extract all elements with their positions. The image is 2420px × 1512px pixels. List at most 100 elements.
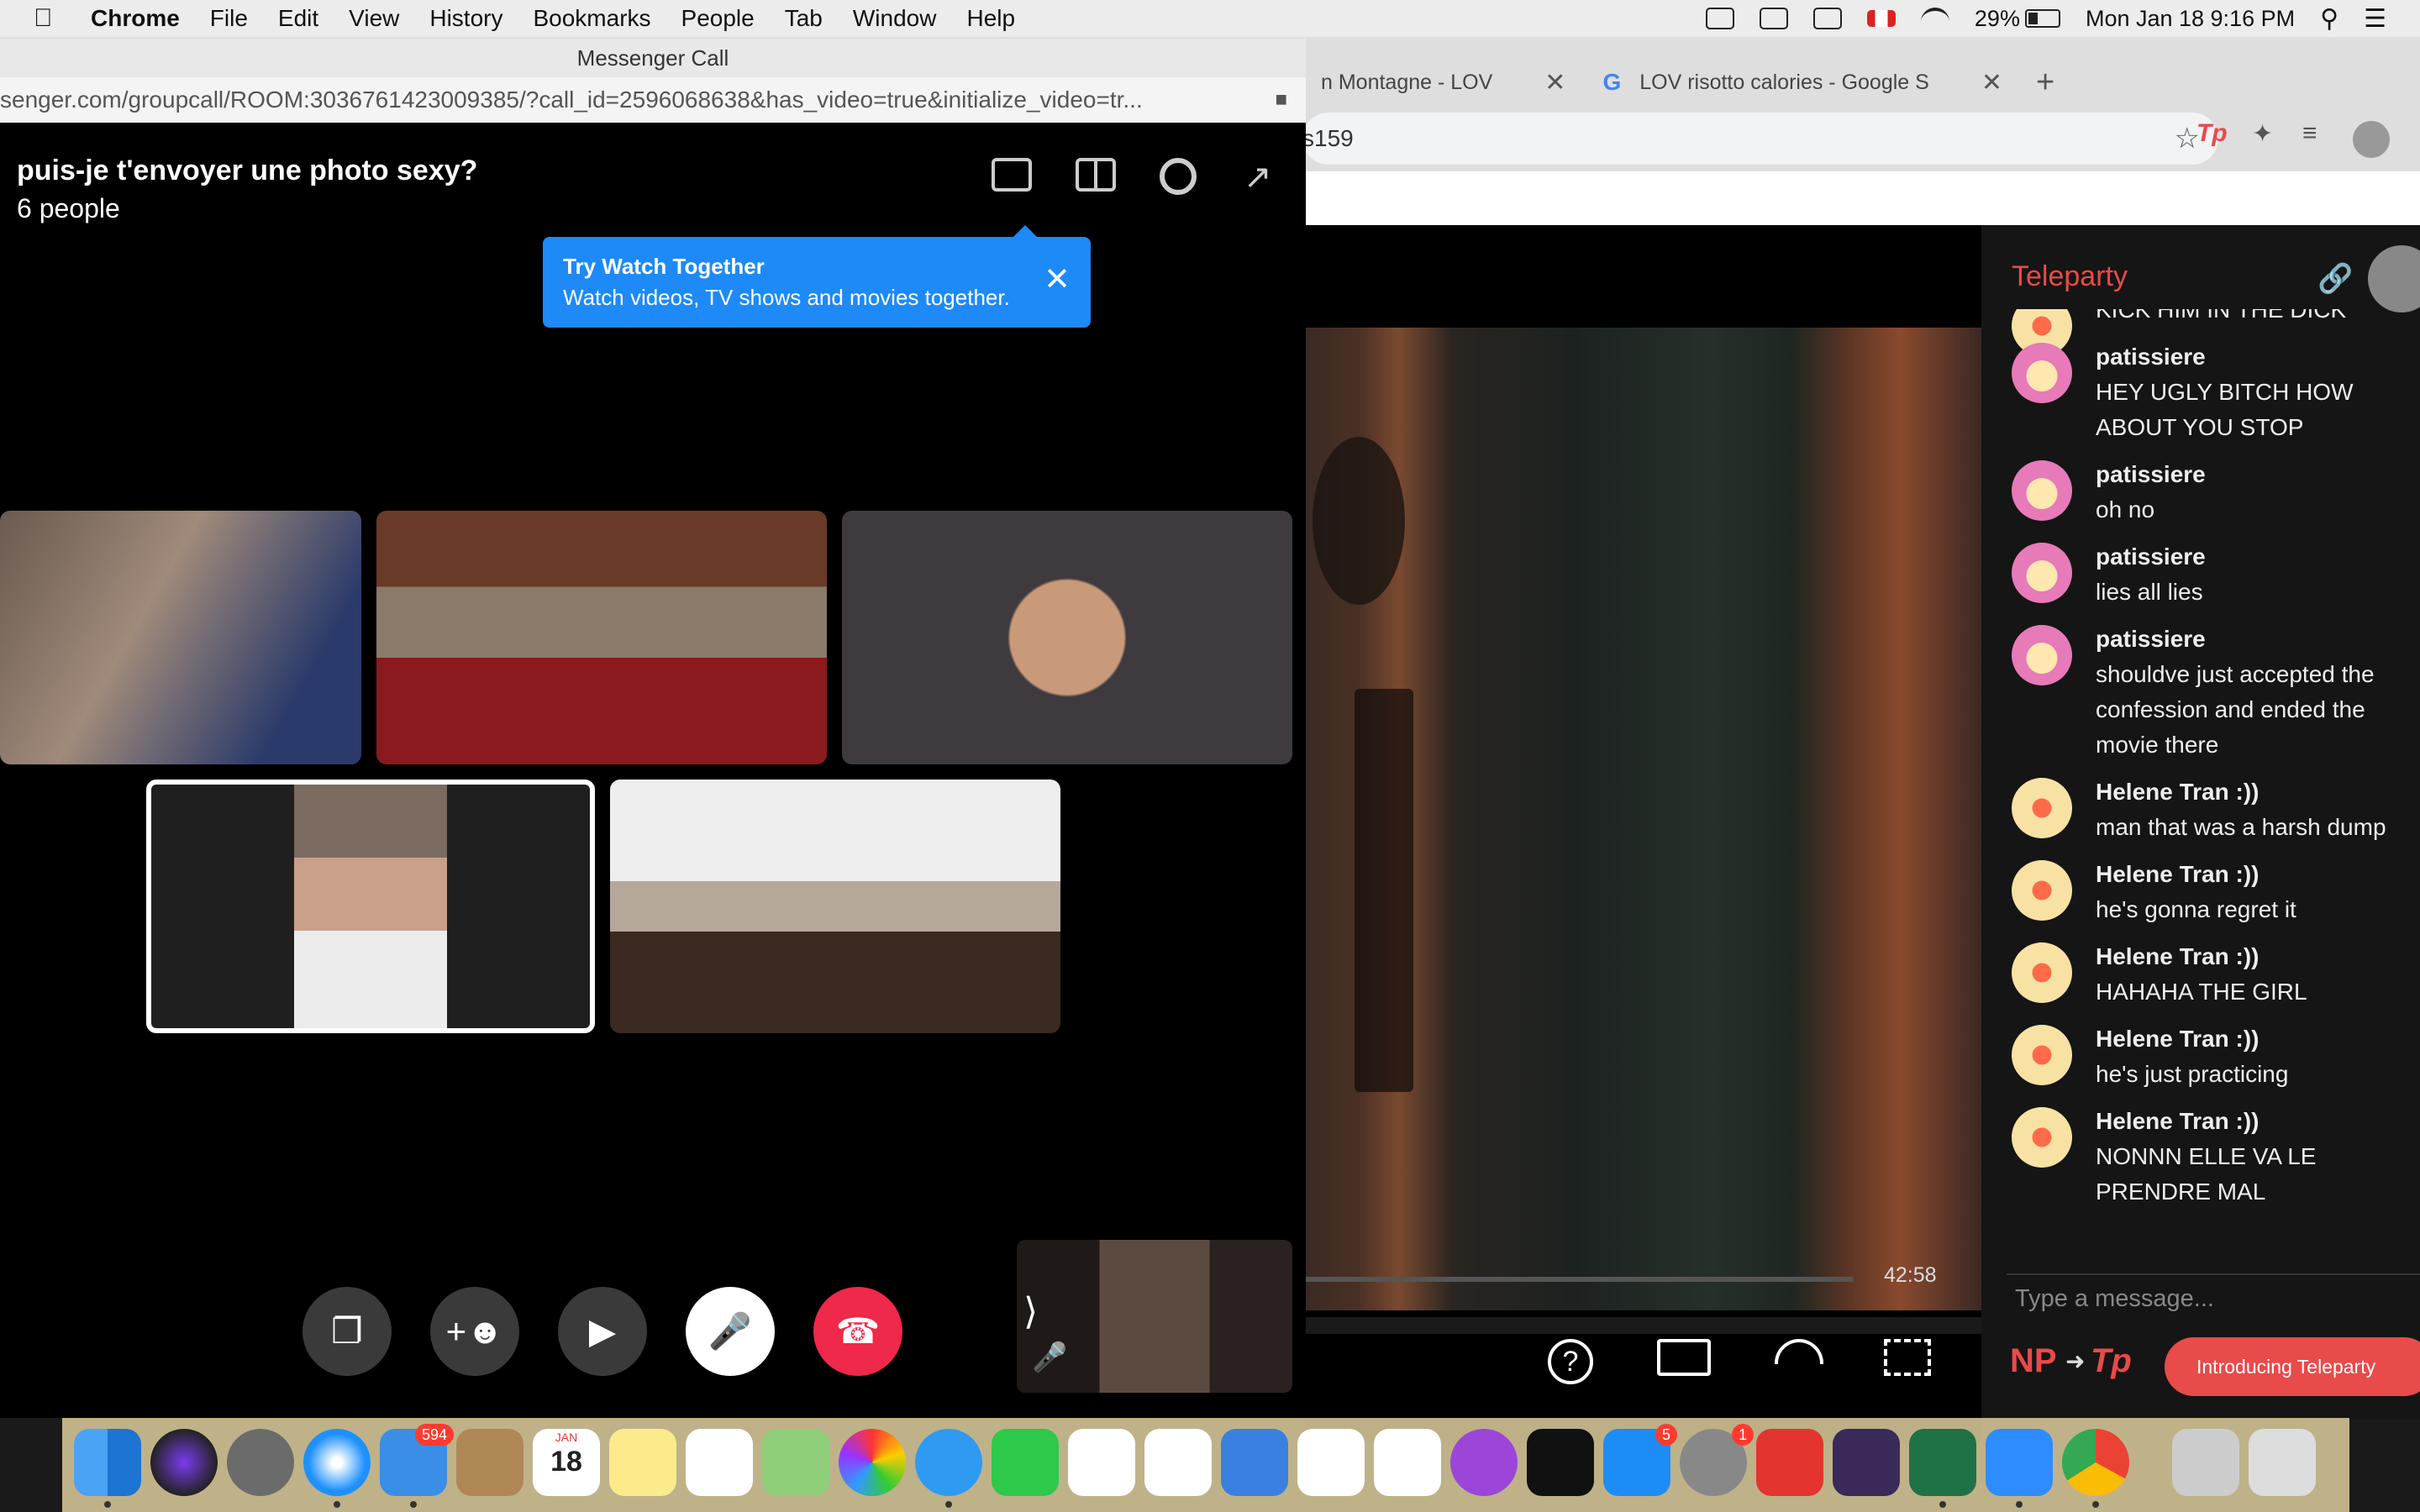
- add-people-button[interactable]: +☻: [430, 1287, 519, 1376]
- notes-icon[interactable]: [609, 1429, 676, 1496]
- menu-history[interactable]: History: [429, 5, 502, 32]
- running-indicator: [2092, 1501, 2099, 1508]
- participant-video-4-active[interactable]: [146, 780, 595, 1033]
- chrome-icon[interactable]: [2062, 1429, 2129, 1508]
- fullscreen-icon[interactable]: [1884, 1339, 1931, 1376]
- menu-clock[interactable]: Mon Jan 18 9:16 PM: [2086, 6, 2295, 32]
- podcasts-icon[interactable]: [1450, 1429, 1518, 1496]
- self-view-video[interactable]: ⟩ 🎤: [1017, 1240, 1292, 1393]
- tab-risotto[interactable]: G LOV risotto calories - Google S ✕: [1584, 57, 2021, 108]
- trash-icon[interactable]: [2249, 1429, 2316, 1496]
- menu-view[interactable]: View: [349, 5, 399, 32]
- tooltip-body: Watch videos, TV shows and movies togeth…: [563, 285, 1010, 310]
- siri-icon[interactable]: [150, 1429, 218, 1496]
- participant-video-3[interactable]: [842, 511, 1292, 764]
- zoom-status-icon[interactable]: [1705, 8, 1734, 29]
- introducing-teleparty-button[interactable]: Introducing Teleparty: [2165, 1337, 2420, 1396]
- mute-button[interactable]: 🎤: [686, 1287, 775, 1376]
- input-source-flag-icon[interactable]: [1866, 10, 1896, 27]
- contacts-icon[interactable]: [456, 1429, 523, 1496]
- participant-video-1[interactable]: [0, 511, 361, 764]
- watch-together-tooltip: Try Watch Together Watch videos, TV show…: [543, 225, 1091, 328]
- menu-app-name[interactable]: Chrome: [91, 5, 180, 32]
- close-tab-icon[interactable]: ✕: [1981, 68, 2002, 97]
- zoom-icon[interactable]: [1986, 1429, 2053, 1508]
- close-icon[interactable]: ✕: [1044, 260, 1071, 298]
- menu-people[interactable]: People: [681, 5, 755, 32]
- sailor-moon-avatar-icon: [2012, 343, 2072, 403]
- participant-video-feed: [294, 785, 447, 1028]
- watch-together-icon[interactable]: [992, 158, 1032, 192]
- messenger-url-bar[interactable]: senger.com/groupcall/ROOM:30367614230093…: [0, 77, 1306, 123]
- calendar-icon[interactable]: JAN 18: [533, 1429, 600, 1496]
- media-control-icon[interactable]: ≡: [2302, 119, 2317, 148]
- spotlight-icon[interactable]: ⚲: [2320, 4, 2338, 34]
- reminders-icon[interactable]: [686, 1429, 753, 1496]
- menu-help[interactable]: Help: [966, 5, 1015, 32]
- netflix-party-logo: NP: [2010, 1342, 2057, 1379]
- participant-video-2[interactable]: [376, 511, 827, 764]
- progress-bar[interactable]: [1304, 1277, 1854, 1282]
- collapse-chevron-icon[interactable]: ⟩: [1023, 1290, 1038, 1333]
- subtitles-icon[interactable]: [1657, 1339, 1711, 1376]
- user-avatar-icon[interactable]: [2368, 245, 2420, 312]
- share-screen-button[interactable]: ❐: [302, 1287, 392, 1376]
- battery-status[interactable]: 29%: [1975, 6, 2060, 32]
- extensions-puzzle-icon[interactable]: ✦: [2252, 119, 2273, 149]
- apple-tv-icon[interactable]: [1527, 1429, 1594, 1496]
- photos-icon[interactable]: [839, 1429, 906, 1496]
- menu-window[interactable]: Window: [853, 5, 937, 32]
- launchpad-icon[interactable]: [227, 1429, 294, 1496]
- news-icon[interactable]: [1297, 1429, 1365, 1496]
- menu-tab[interactable]: Tab: [785, 5, 823, 32]
- finder-icon[interactable]: [74, 1429, 141, 1508]
- maps-icon[interactable]: [762, 1429, 829, 1496]
- menu-file[interactable]: File: [210, 5, 248, 32]
- excel-icon[interactable]: [1909, 1429, 1976, 1508]
- notification-center-icon[interactable]: ☰: [2364, 4, 2386, 34]
- end-call-button[interactable]: ☎: [813, 1287, 902, 1376]
- preview-icon[interactable]: [2172, 1429, 2239, 1496]
- settings-gear-icon[interactable]: [1160, 158, 1197, 195]
- creative-cloud-icon[interactable]: [1759, 8, 1788, 29]
- music-icon[interactable]: [1374, 1429, 1441, 1496]
- chat-message: Helene Tran :)) HAHAHA THE GIRL: [2012, 939, 2420, 1010]
- mail-icon[interactable]: 594: [380, 1424, 454, 1508]
- share-link-icon[interactable]: 🔗: [2317, 262, 2353, 296]
- facetime-icon[interactable]: [992, 1429, 1059, 1496]
- message-author: Helene Tran :)): [2096, 1026, 2260, 1052]
- chat-message: patissiere shouldve just accepted the co…: [2012, 622, 2420, 763]
- app-store-icon[interactable]: 5: [1603, 1424, 1677, 1496]
- profile-avatar-icon[interactable]: [2353, 121, 2390, 158]
- menu-edit[interactable]: Edit: [278, 5, 318, 32]
- menu-bookmarks[interactable]: Bookmarks: [533, 5, 650, 32]
- help-icon[interactable]: ?: [1548, 1339, 1593, 1384]
- chat-input[interactable]: Type a message...: [2015, 1285, 2214, 1313]
- dock: 594 JAN 18 5 1: [62, 1418, 2349, 1512]
- pixel-cat-app-icon[interactable]: [1833, 1429, 1900, 1496]
- safari-icon[interactable]: [303, 1429, 371, 1508]
- creative-cloud-app-icon[interactable]: [1756, 1429, 1823, 1496]
- call-title: puis-je t'envoyer une photo sexy?: [17, 155, 478, 186]
- toggle-video-button[interactable]: ▶: [558, 1287, 647, 1376]
- message-text: he's just practicing: [2096, 1061, 2289, 1087]
- tab-montagne[interactable]: n Montagne - LOV ✕: [1302, 57, 1584, 108]
- participant-video-5[interactable]: [610, 780, 1060, 1033]
- battery-icon: [2024, 9, 2060, 28]
- message-author: patissiere: [2096, 626, 2206, 652]
- keynote-icon[interactable]: [1221, 1429, 1288, 1496]
- apple-menu-icon[interactable]: : [34, 4, 64, 33]
- pages-icon[interactable]: [1068, 1429, 1135, 1496]
- grid-view-icon[interactable]: [1076, 158, 1116, 192]
- airplay-icon[interactable]: [1812, 8, 1842, 29]
- close-tab-icon[interactable]: ✕: [1544, 68, 1565, 97]
- teleparty-extension-icon[interactable]: Tp: [2196, 119, 2228, 148]
- system-preferences-icon[interactable]: 1: [1680, 1424, 1754, 1496]
- address-bar[interactable]: s159 ☆: [1302, 113, 2218, 165]
- video-player[interactable]: 42:58 ?: [1304, 225, 1981, 1443]
- messages-icon[interactable]: [915, 1429, 982, 1508]
- wifi-icon[interactable]: [1920, 8, 1949, 29]
- new-tab-icon[interactable]: +: [2036, 65, 2054, 101]
- numbers-icon[interactable]: [1144, 1429, 1212, 1496]
- expand-icon[interactable]: ↗: [1244, 158, 1284, 196]
